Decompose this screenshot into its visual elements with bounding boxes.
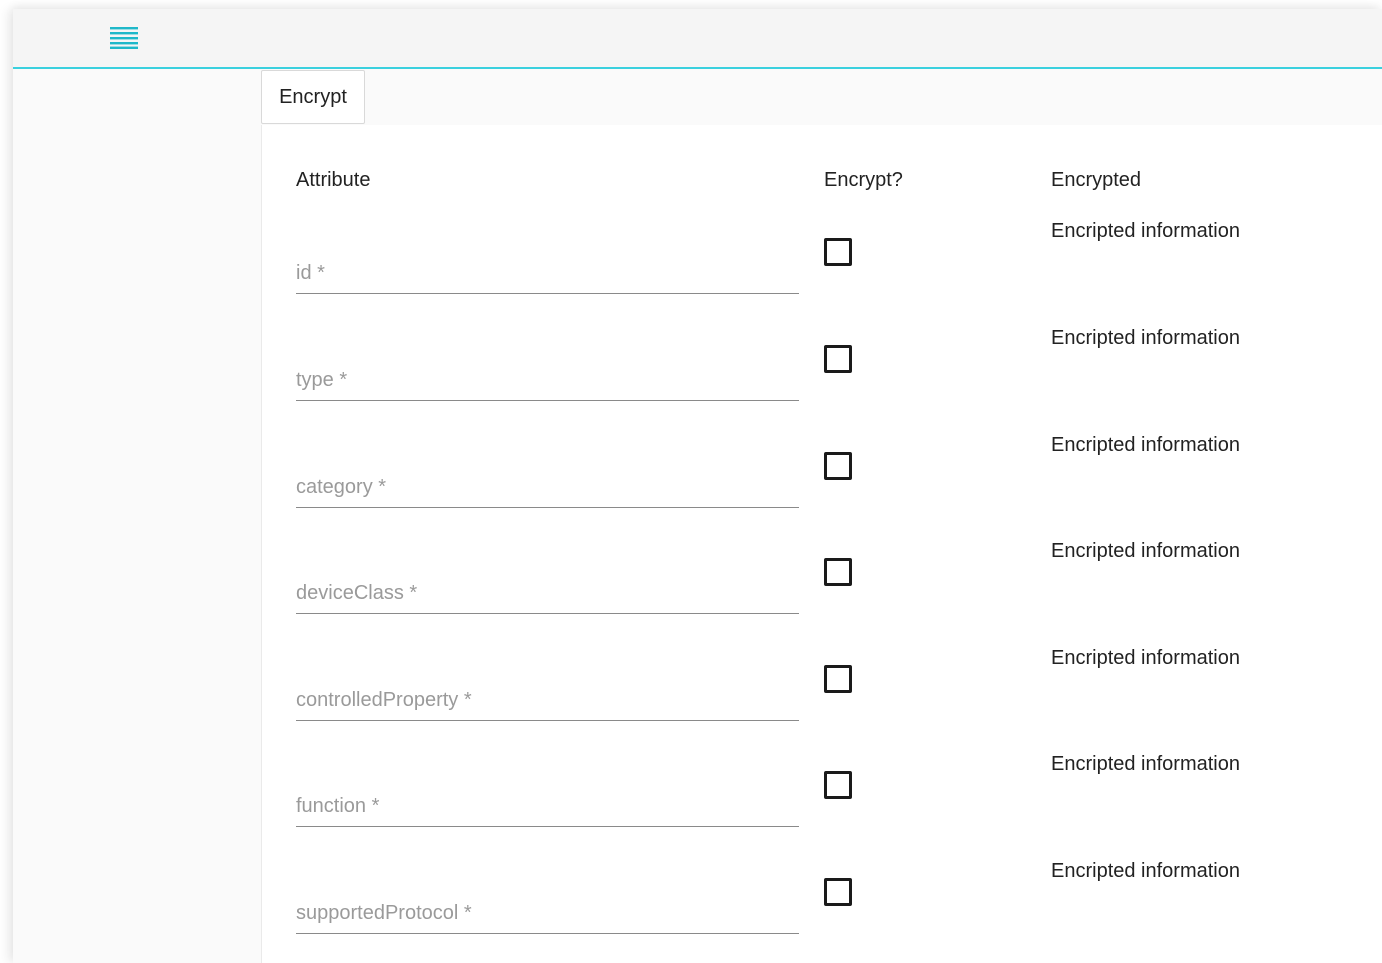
attribute-field xyxy=(296,428,799,508)
menu-icon[interactable] xyxy=(109,23,139,51)
encrypted-value: Encripted information xyxy=(1051,540,1240,562)
encrypt-checkbox[interactable] xyxy=(824,238,852,266)
attribute-input-supportedprotocol[interactable] xyxy=(296,893,799,934)
encrypted-value: Encripted information xyxy=(1051,860,1240,882)
encrypt-checkbox[interactable] xyxy=(824,345,852,373)
encrypted-value: Encripted information xyxy=(1051,220,1240,242)
attribute-input-deviceclass[interactable] xyxy=(296,573,799,614)
column-header-encrypt: Encrypt? xyxy=(824,169,903,191)
attribute-field xyxy=(296,321,799,401)
encrypt-checkbox[interactable] xyxy=(824,878,852,906)
encrypt-checkbox[interactable] xyxy=(824,665,852,693)
attribute-field xyxy=(296,641,799,721)
attribute-input-id[interactable] xyxy=(296,253,799,294)
attribute-field xyxy=(296,534,799,614)
encrypt-checkbox[interactable] xyxy=(824,558,852,586)
encrypted-value: Encripted information xyxy=(1051,327,1240,349)
attribute-field xyxy=(296,747,799,827)
table-row: Encripted information xyxy=(262,854,1382,961)
attribute-field xyxy=(296,854,799,934)
table-row: Encripted information xyxy=(262,321,1382,428)
tab-encrypt[interactable]: Encrypt xyxy=(261,70,365,124)
attribute-input-type[interactable] xyxy=(296,360,799,401)
encrypted-value: Encripted information xyxy=(1051,647,1240,669)
table-row: Encripted information xyxy=(262,641,1382,748)
table-row: Encripted information xyxy=(262,214,1382,321)
app-window: Encrypt Attribute Encrypt? Encrypted Enc… xyxy=(13,9,1382,963)
main-content: Encrypt Attribute Encrypt? Encrypted Enc… xyxy=(261,69,1382,963)
table-row: Encripted information xyxy=(262,428,1382,535)
encrypt-panel: Attribute Encrypt? Encrypted Encripted i… xyxy=(261,125,1382,963)
top-toolbar xyxy=(13,9,1382,69)
encrypt-checkbox[interactable] xyxy=(824,771,852,799)
encrypted-value: Encripted information xyxy=(1051,753,1240,775)
attribute-input-category[interactable] xyxy=(296,467,799,508)
column-header-encrypted: Encrypted xyxy=(1051,169,1142,191)
table-row: Encripted information xyxy=(262,534,1382,641)
encrypted-value: Encripted information xyxy=(1051,434,1240,456)
attribute-input-controlledproperty[interactable] xyxy=(296,680,799,721)
table-row: Encripted information xyxy=(262,747,1382,854)
attribute-input-function[interactable] xyxy=(296,786,799,827)
attribute-field xyxy=(296,214,799,294)
column-header-attribute: Attribute xyxy=(296,169,371,191)
encrypt-checkbox[interactable] xyxy=(824,452,852,480)
